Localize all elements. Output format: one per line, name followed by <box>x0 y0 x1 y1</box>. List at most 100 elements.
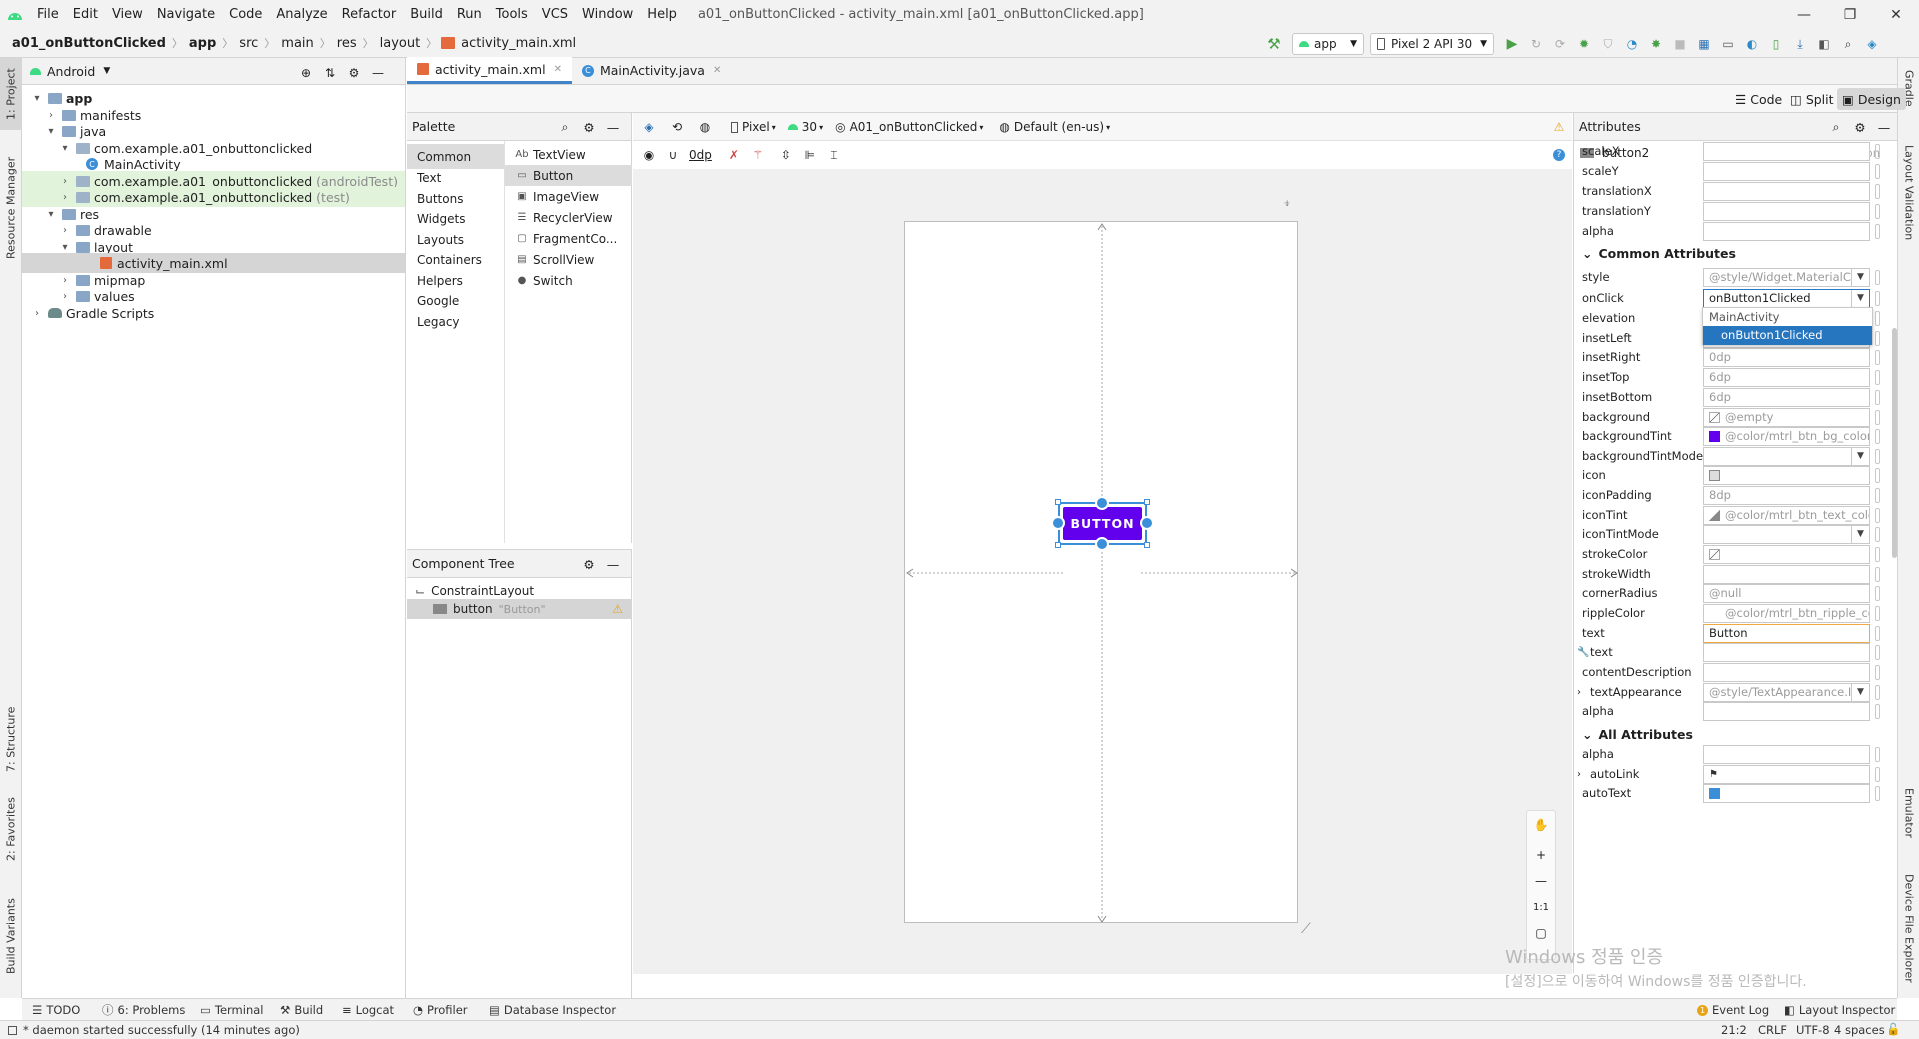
view-options-button[interactable]: ◉ <box>637 143 661 167</box>
chevron-down-icon[interactable]: ▼ <box>1851 447 1869 465</box>
pack-button[interactable]: ⇳ <box>774 143 798 167</box>
orientation-button[interactable]: ⟲ <box>665 115 689 139</box>
tree-button[interactable]: button "Button" ⚠ <box>407 599 631 619</box>
preview-button[interactable]: BUTTON <box>1063 507 1142 540</box>
mode-code-button[interactable]: ☰ Code <box>1730 88 1787 110</box>
attr-pin-toggle[interactable] <box>1875 143 1880 159</box>
tab-terminal[interactable]: ▭ Terminal <box>200 999 263 1021</box>
alpha-all-field[interactable] <box>1703 744 1870 764</box>
resize-handle-icon[interactable]: ⍖ <box>1283 196 1291 211</box>
zoom-out-button[interactable]: — <box>1529 869 1553 893</box>
menu-window[interactable]: Window <box>575 0 640 29</box>
project-view-select[interactable]: Android ▼ <box>30 64 110 79</box>
close-icon[interactable]: ✕ <box>713 65 721 76</box>
make-project-button[interactable]: ⚒ <box>1262 32 1286 56</box>
icon-field[interactable] <box>1703 465 1870 485</box>
menu-vcs[interactable]: VCS <box>535 0 575 29</box>
constraint-handle-left[interactable] <box>1051 516 1065 530</box>
attr-pin-toggle[interactable] <box>1875 428 1880 444</box>
tab-device-file-explorer[interactable]: Device File Explorer <box>1898 863 1919 993</box>
tab-profiler[interactable]: ◔ Profiler <box>413 999 468 1021</box>
menu-code[interactable]: Code <box>222 0 269 29</box>
tab-emulator[interactable]: Emulator <box>1898 778 1919 848</box>
palette-category-legacy[interactable]: Legacy <box>407 309 504 334</box>
canvas-resize-corner-icon[interactable]: ⟋ <box>1301 921 1311 937</box>
stop-button[interactable]: ■ <box>1668 32 1692 56</box>
coverage-button[interactable]: ⛉ <box>1596 32 1620 56</box>
attr-pin-toggle[interactable] <box>1875 448 1880 464</box>
auto-text-all-field[interactable] <box>1703 783 1870 803</box>
scale-y-field[interactable] <box>1703 161 1870 181</box>
attr-pin-toggle[interactable] <box>1875 183 1880 199</box>
attr-pin-toggle[interactable] <box>1875 467 1880 483</box>
design-surface-button[interactable]: ◈ <box>637 115 661 139</box>
locale-select[interactable]: ◍ Default (en-us) ▾ <box>999 120 1110 134</box>
locate-button[interactable]: ⊕ <box>294 61 318 85</box>
attr-pin-toggle[interactable] <box>1875 746 1880 762</box>
help-button[interactable]: ? <box>1547 143 1571 167</box>
default-margin-select[interactable]: 0dp <box>689 148 712 162</box>
lock-icon[interactable]: 🔓 <box>1886 1022 1900 1036</box>
menu-refactor[interactable]: Refactor <box>335 0 404 29</box>
line-ending[interactable]: CRLF <box>1758 1023 1787 1037</box>
attr-pin-toggle[interactable] <box>1875 625 1880 641</box>
sync-gradle-button[interactable]: ◐ <box>1740 32 1764 56</box>
stroke-color-field[interactable] <box>1703 544 1870 564</box>
mode-split-button[interactable]: ◫ Split <box>1785 88 1839 110</box>
maximize-button[interactable]: ❐ <box>1827 0 1873 29</box>
collapse-all-button[interactable]: ⇅ <box>318 61 342 85</box>
warning-icon[interactable]: ⚠ <box>612 602 623 616</box>
hide-panel-button[interactable]: — <box>366 61 390 85</box>
tools-text-field[interactable] <box>1703 642 1870 662</box>
chevron-right-icon[interactable]: › <box>1577 769 1581 780</box>
menu-tools[interactable]: Tools <box>489 0 535 29</box>
attr-pin-toggle[interactable] <box>1875 585 1880 601</box>
on-click-field[interactable]: onButton1Clicked ▼ <box>1703 288 1870 308</box>
mode-design-button[interactable]: ▣ Design <box>1837 88 1906 110</box>
autoconnect-button[interactable]: ∪ <box>661 143 685 167</box>
palette-item-button[interactable]: ▭ Button <box>505 165 632 186</box>
api-level-select[interactable]: 30 ▾ <box>787 120 823 134</box>
onclick-option-onbutton1clicked[interactable]: onButton1Clicked <box>1703 326 1872 345</box>
attr-pin-toggle[interactable] <box>1875 766 1880 782</box>
status-message[interactable]: * daemon started successfully (14 minute… <box>8 1023 300 1037</box>
breadcrumb-layout[interactable]: layout <box>378 36 423 51</box>
constraint-handle-top[interactable] <box>1095 496 1109 510</box>
device-in-editor-select[interactable]: Pixel ▾ <box>731 120 776 134</box>
attr-pin-toggle[interactable] <box>1875 487 1880 503</box>
palette-item-scrollview[interactable]: ▤ ScrollView <box>505 249 632 270</box>
attr-pin-toggle[interactable] <box>1875 605 1880 621</box>
menu-run[interactable]: Run <box>450 0 489 29</box>
palette-item-switch[interactable]: ● Switch <box>505 270 632 291</box>
tab-event-log[interactable]: 1 Event Log <box>1697 999 1769 1021</box>
style-field[interactable]: @style/Widget.MaterialC ▼ <box>1703 267 1870 287</box>
menu-analyze[interactable]: Analyze <box>269 0 334 29</box>
zoom-actual-button[interactable]: 1:1 <box>1529 895 1553 919</box>
align-button[interactable]: ⊫ <box>798 143 822 167</box>
palette-item-imageview[interactable]: ▣ ImageView <box>505 186 632 207</box>
attr-pin-toggle[interactable] <box>1875 507 1880 523</box>
inset-top-field[interactable]: 6dp <box>1703 367 1870 387</box>
constraint-handle-right[interactable] <box>1140 516 1154 530</box>
infer-constraints-button[interactable]: ⚚ <box>746 143 770 167</box>
sdk-manager-button[interactable]: ⤓ <box>1788 32 1812 56</box>
translation-x-field[interactable] <box>1703 181 1870 201</box>
attr-pin-toggle[interactable] <box>1875 785 1880 801</box>
tab-mainactivity-java[interactable]: C MainActivity.java ✕ <box>572 57 731 84</box>
file-encoding[interactable]: UTF-8 <box>1796 1023 1830 1037</box>
component-tree-hide-button[interactable]: — <box>601 552 625 576</box>
resize-handle-tr[interactable] <box>1144 499 1150 505</box>
attr-pin-toggle[interactable] <box>1875 269 1880 285</box>
attr-pin-toggle[interactable] <box>1875 664 1880 680</box>
attr-pin-toggle[interactable] <box>1875 566 1880 582</box>
scale-x-field[interactable] <box>1703 141 1870 161</box>
alpha-field[interactable] <box>1703 221 1870 241</box>
icon-padding-field[interactable]: 8dp <box>1703 485 1870 505</box>
breadcrumb-res[interactable]: res <box>335 36 359 51</box>
breadcrumb-project[interactable]: a01_onButtonClicked <box>10 36 168 51</box>
attach-debugger-button[interactable]: ✸ <box>1644 32 1668 56</box>
attributes-scrollbar[interactable] <box>1892 328 1897 558</box>
section-common-attributes[interactable]: ⌄ Common Attributes <box>1574 241 1884 265</box>
chevron-down-icon[interactable]: ▼ <box>1851 525 1869 543</box>
resize-handle-br[interactable] <box>1144 542 1150 548</box>
